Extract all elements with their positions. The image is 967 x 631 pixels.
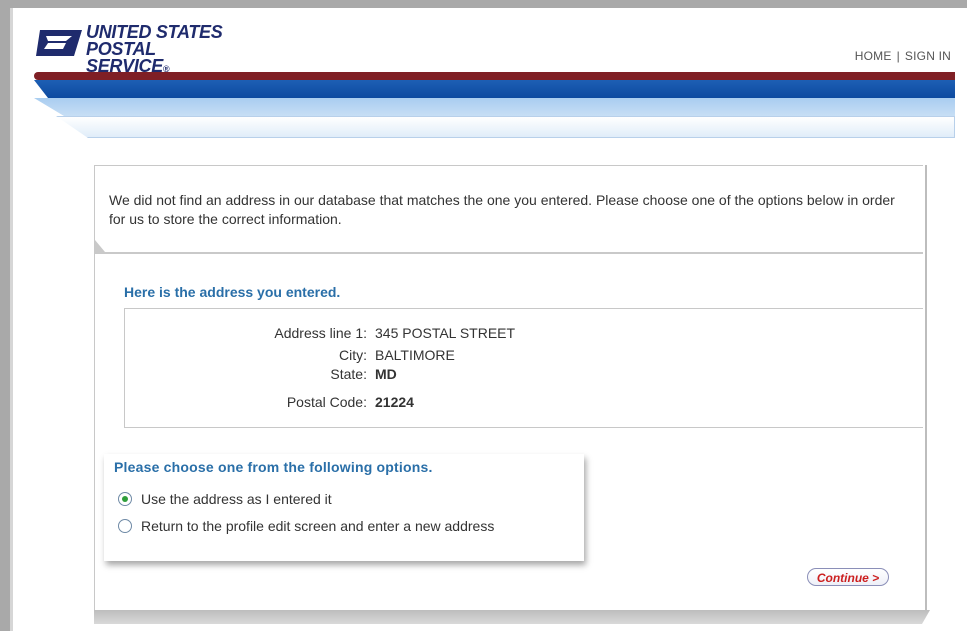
address-line1-value: 345 POSTAL STREET (375, 325, 516, 341)
entered-address-title: Here is the address you entered. (124, 284, 341, 300)
options-box: Please choose one from the following opt… (104, 454, 584, 561)
nav-separator: | (896, 49, 900, 63)
entered-address-box: Address line 1: 345 POSTAL STREET City: … (124, 308, 923, 428)
notice-corner (95, 240, 105, 252)
eagle-logo-icon (36, 30, 82, 56)
nav-home-link[interactable]: HOME (855, 49, 892, 63)
nav-signin-link[interactable]: SIGN IN (905, 49, 951, 63)
continue-button[interactable]: Continue > (807, 568, 889, 586)
address-line1-label: Address line 1: (274, 325, 367, 341)
main-panel: We did not find an address in our databa… (94, 165, 927, 610)
window-frame-left-inner (10, 8, 13, 631)
usps-logo[interactable]: UNITED STATES POSTAL SERVICE® (36, 23, 236, 75)
window-frame-left (0, 0, 10, 631)
header-blue-bar (34, 80, 955, 98)
panel-bottom-shadow (94, 610, 930, 624)
postal-code-label: Postal Code: (286, 394, 367, 410)
postal-code-value: 21224 (375, 394, 414, 410)
options-title: Please choose one from the following opt… (114, 459, 433, 475)
radio-unselected-icon[interactable] (118, 519, 132, 533)
city-value: BALTIMORE (375, 347, 455, 363)
option-label: Return to the profile edit screen and en… (141, 518, 495, 534)
option-use-entered-address[interactable]: Use the address as I entered it (118, 491, 332, 507)
option-label: Use the address as I entered it (141, 491, 332, 507)
notice-box: We did not find an address in our databa… (95, 165, 923, 254)
notice-text: We did not find an address in our databa… (109, 192, 895, 227)
state-value: MD (375, 366, 397, 382)
header-lightblue-bar (34, 98, 955, 116)
state-label: State: (330, 366, 367, 382)
top-navigation: HOME | SIGN IN (855, 49, 951, 63)
radio-selected-icon[interactable] (118, 492, 132, 506)
header-pale-bar (56, 116, 955, 138)
logo-wordmark: UNITED STATES POSTAL SERVICE® (86, 23, 236, 78)
header-maroon-bar (34, 72, 955, 80)
city-label: City: (339, 347, 367, 363)
window-frame-top (0, 0, 967, 8)
option-return-to-edit[interactable]: Return to the profile edit screen and en… (118, 518, 494, 534)
